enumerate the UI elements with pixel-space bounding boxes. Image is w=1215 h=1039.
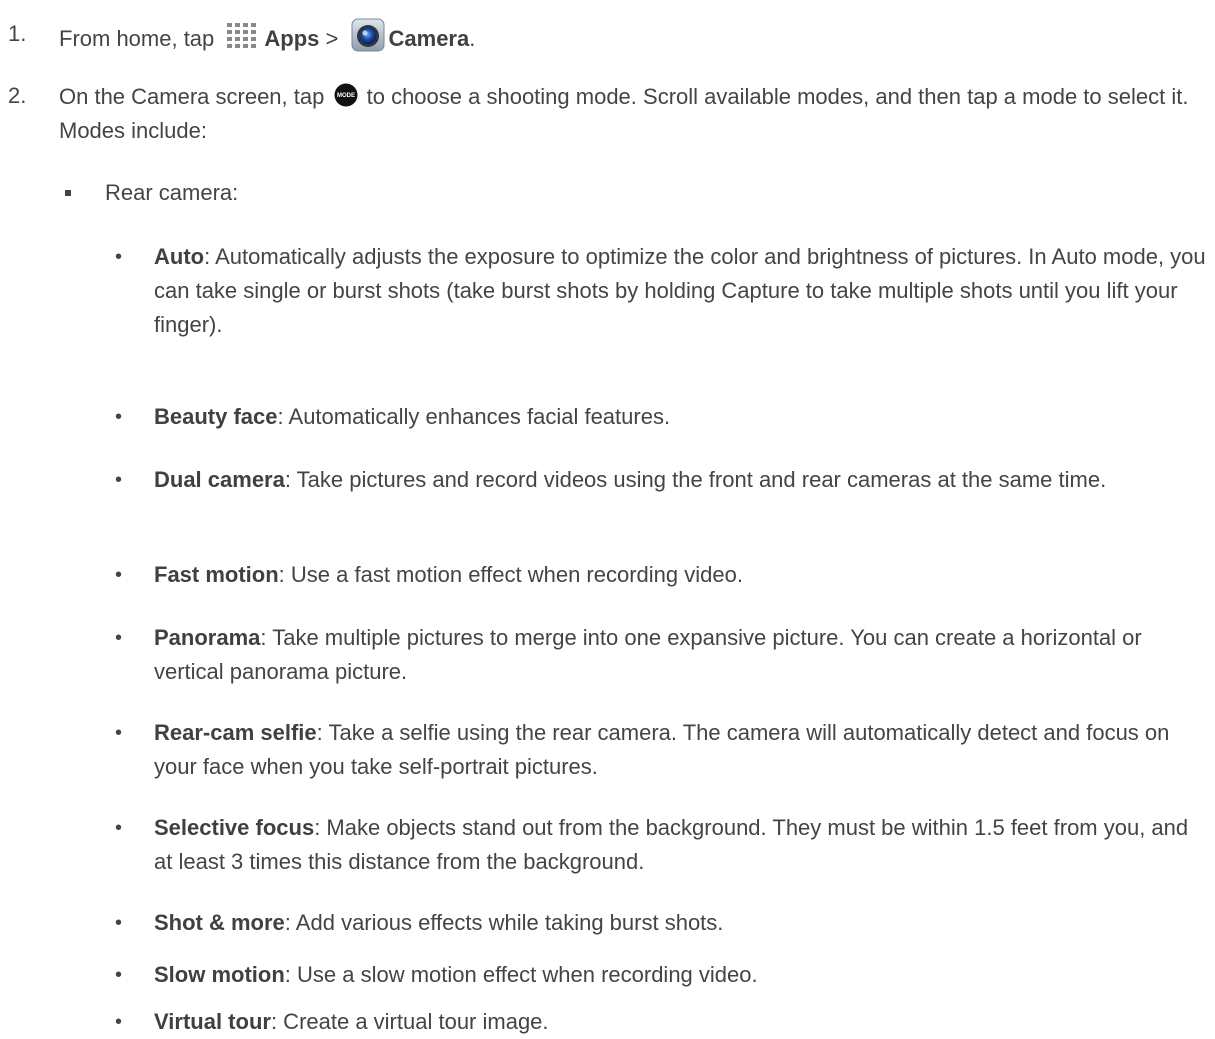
- bullet-icon: •: [115, 912, 123, 934]
- mode-name: Slow motion: [154, 962, 285, 987]
- mode-text: Panorama: Take multiple pictures to merg…: [154, 621, 1209, 689]
- step-text: From home, tap Apps > Camera.: [59, 18, 1199, 56]
- mode-desc: : Automatically enhances facial features…: [277, 404, 671, 429]
- mode-name: Rear-cam selfie: [154, 720, 317, 745]
- bullet-icon: •: [115, 722, 123, 744]
- apps-grid-icon: [227, 23, 257, 48]
- step-number: 1.: [8, 21, 27, 46]
- mode-text: Slow motion: Use a slow motion effect wh…: [154, 958, 1209, 992]
- separator: >: [325, 26, 339, 51]
- subheading-label: Rear camera:: [105, 180, 239, 205]
- mode-icon-text: MODE: [337, 93, 355, 99]
- mode-text: Auto: Automatically adjusts the exposure…: [154, 240, 1209, 342]
- mode-text: Fast motion: Use a fast motion effect wh…: [154, 558, 1209, 592]
- camera-label: Camera: [388, 26, 470, 51]
- step-1-prefix: From home, tap: [59, 26, 215, 51]
- step-text: On the Camera screen, tap MODE to choose…: [59, 80, 1199, 148]
- step-number: 2.: [8, 83, 27, 108]
- bullet-icon: •: [115, 469, 123, 491]
- mode-desc: : Add various effects while taking burst…: [284, 910, 724, 935]
- bullet-icon: •: [115, 246, 123, 268]
- bullet-icon: •: [115, 627, 123, 649]
- document-page: 1. From home, tap Apps > Camera. 2. On t…: [0, 0, 1215, 1034]
- bullet-icon: •: [115, 406, 123, 428]
- mode-text: Shot & more: Add various effects while t…: [154, 906, 1209, 940]
- mode-name: Shot & more: [154, 910, 285, 935]
- bullet-icon: •: [115, 817, 123, 839]
- mode-text: Beauty face: Automatically enhances faci…: [154, 400, 1209, 434]
- mode-name: Dual camera: [154, 467, 285, 492]
- mode-desc: : Create a virtual tour image.: [270, 1009, 549, 1034]
- bullet-icon: •: [115, 1011, 123, 1033]
- apps-label: Apps: [264, 26, 320, 51]
- step-1-suffix: .: [469, 26, 476, 51]
- mode-desc: : Take pictures and record videos using …: [284, 467, 1107, 492]
- mode-button-icon: MODE: [334, 83, 358, 107]
- mode-text: Selective focus: Make objects stand out …: [154, 811, 1209, 879]
- bullet-icon: •: [115, 564, 123, 586]
- mode-text: Rear-cam selfie: Take a selfie using the…: [154, 716, 1209, 784]
- mode-name: Auto: [154, 244, 205, 269]
- mode-desc: : Use a fast motion effect when recordin…: [278, 562, 743, 587]
- mode-name: Beauty face: [154, 404, 278, 429]
- mode-name: Panorama: [154, 625, 261, 650]
- mode-name: Fast motion: [154, 562, 279, 587]
- mode-desc: : Automatically adjusts the exposure to …: [154, 244, 1206, 337]
- mode-desc: : Take multiple pictures to merge into o…: [154, 625, 1142, 684]
- step-2-text-before: On the Camera screen, tap: [59, 84, 325, 109]
- mode-name: Selective focus: [154, 815, 315, 840]
- bullet-icon: •: [115, 964, 123, 986]
- mode-text: Virtual tour: Create a virtual tour imag…: [154, 1005, 1209, 1039]
- mode-text: Dual camera: Take pictures and record vi…: [154, 463, 1209, 497]
- camera-app-icon: [351, 18, 385, 52]
- mode-desc: : Use a slow motion effect when recordin…: [284, 962, 758, 987]
- square-bullet-icon: [65, 190, 71, 196]
- mode-name: Virtual tour: [154, 1009, 271, 1034]
